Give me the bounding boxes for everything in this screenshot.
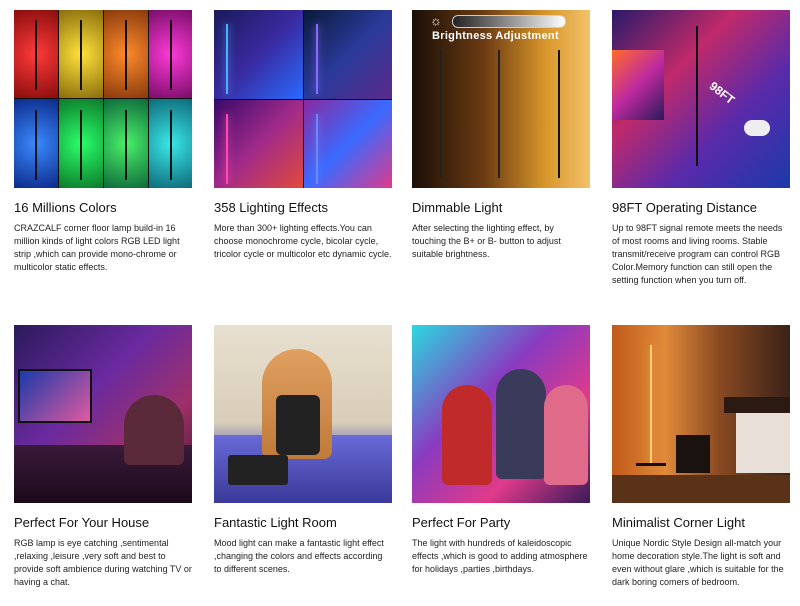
brightness-adjustment-label: Brightness Adjustment [432,30,559,42]
feature-description: RGB lamp is eye catching ,sentimental ,r… [14,538,192,587]
feature-card-effects: 358 Lighting Effects More than 300+ ligh… [214,10,392,259]
distance-label: 98FT [706,78,738,108]
feature-description: Up to 98FT signal remote meets the needs… [612,223,783,285]
feature-description: More than 300+ lighting effects.You can … [214,223,392,259]
feature-card-dimmable: ☼ Brightness Adjustment Dimmable Light A… [412,10,590,259]
feature-title: Dimmable Light [412,200,503,215]
remote-control-icon [744,120,770,136]
feature-card-house: Perfect For Your House RGB lamp is eye c… [14,325,192,587]
lighting-effects-collage-image [214,10,392,188]
feature-title: Fantastic Light Room [214,515,337,530]
feature-title: Perfect For Your House [14,515,150,530]
brightness-adjustment-image: ☼ Brightness Adjustment [412,10,590,188]
feature-card-minimalist: Minimalist Corner Light Unique Nordic St… [612,325,790,587]
bedroom-corner-image [612,325,790,503]
brightness-bar [452,15,566,28]
lamp-color-grid-image [14,10,192,188]
living-room-image [14,325,192,503]
feature-card-room: Fantastic Light Room Mood light can make… [214,325,392,574]
light-room-image [214,325,392,503]
remote-distance-image: 98FT [612,10,790,188]
feature-card-colors: 16 Millions Colors CRAZCALF corner floor… [14,10,192,272]
feature-card-distance: 98FT 98FT Operating Distance Up to 98FT … [612,10,790,285]
feature-title: Perfect For Party [412,515,511,530]
feature-title: 358 Lighting Effects [214,200,328,215]
party-image [412,325,590,503]
sun-icon: ☼ [430,13,442,28]
feature-description: Mood light can make a fantastic light ef… [214,538,384,574]
feature-title: 16 Millions Colors [14,200,117,215]
feature-description: The light with hundreds of kaleidoscopic… [412,538,588,574]
feature-description: After selecting the lighting effect, by … [412,223,561,259]
feature-card-party: Perfect For Party The light with hundred… [412,325,590,574]
feature-description: Unique Nordic Style Design all-match you… [612,538,784,587]
feature-title: 98FT Operating Distance [612,200,757,215]
feature-description: CRAZCALF corner floor lamp build-in 16 m… [14,223,180,272]
feature-title: Minimalist Corner Light [612,515,745,530]
